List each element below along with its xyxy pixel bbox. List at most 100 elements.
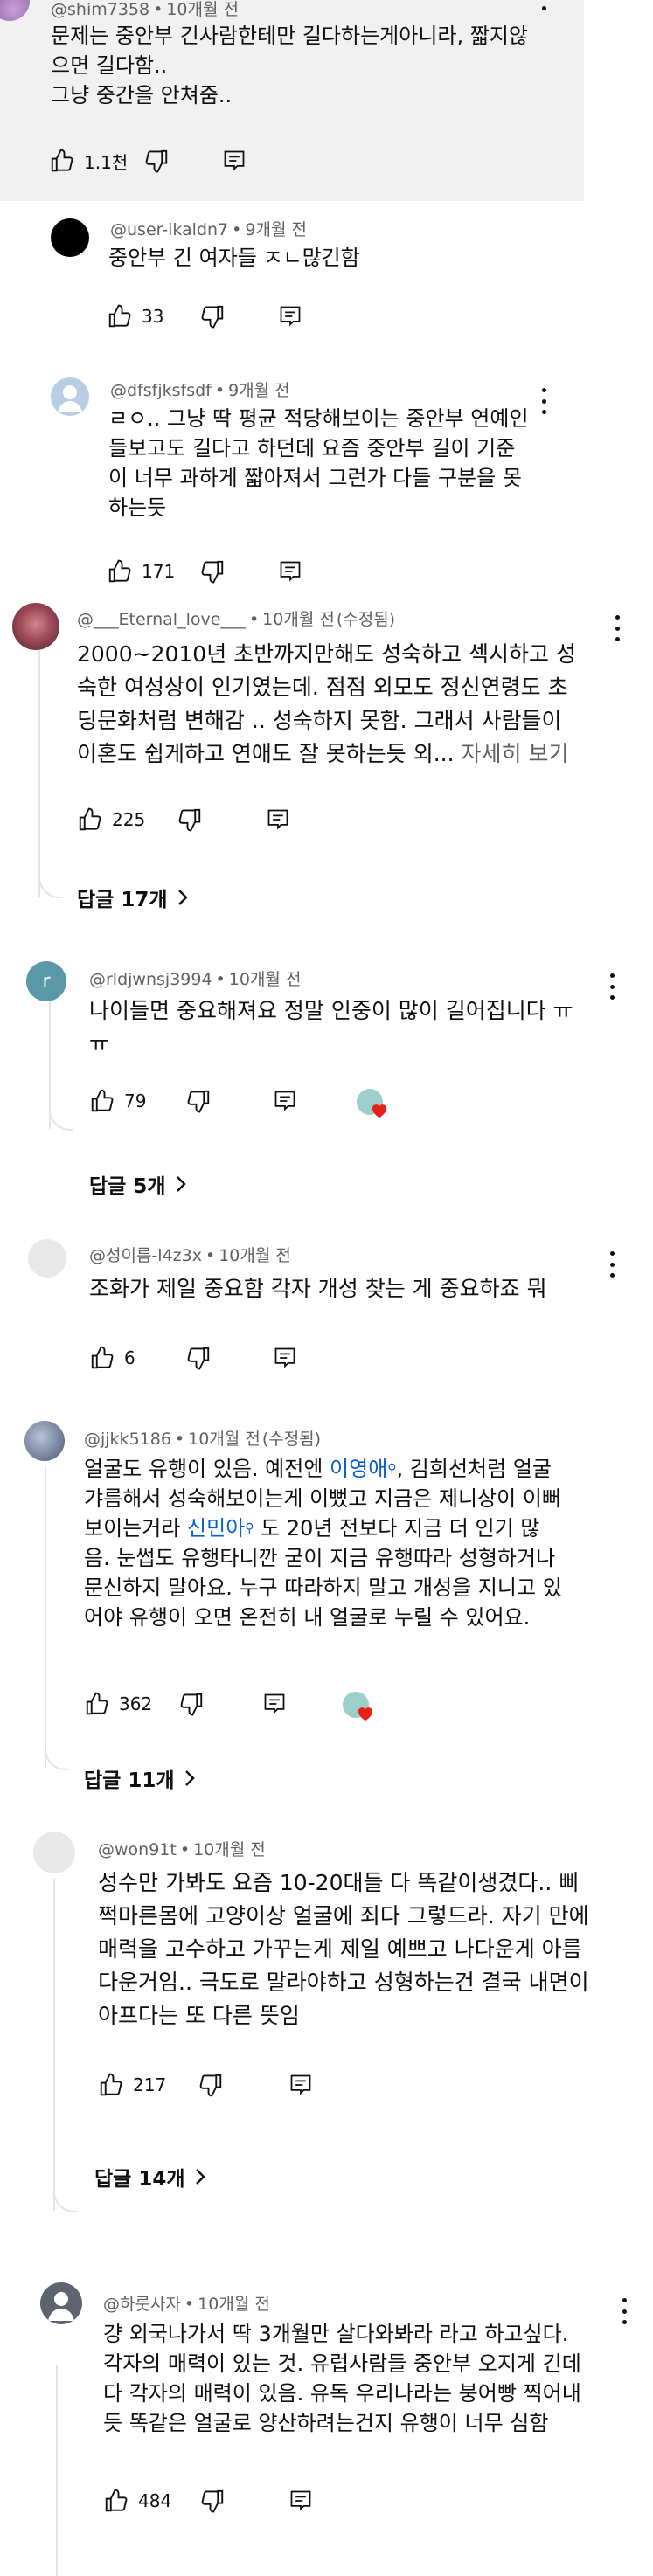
creator-heart-badge: [357, 1089, 388, 1120]
reply-button[interactable]: [273, 1340, 297, 1375]
comment-author[interactable]: @user-ikaldn7: [110, 220, 228, 239]
thumbs-down-icon: [177, 807, 203, 833]
read-more-link[interactable]: 자세히 보기: [462, 741, 569, 766]
reply-button[interactable]: [288, 2067, 313, 2102]
avatar[interactable]: r: [26, 961, 66, 1001]
reply-button[interactable]: [273, 1084, 297, 1118]
comment-text: 성수만 가봐도 요즘 10-20대들 다 똑같이생겼다.. 삐 쩍마른몸에 고양…: [98, 1870, 589, 2028]
reply-button[interactable]: [278, 554, 302, 589]
comment-author[interactable]: @won91t: [98, 1840, 177, 1859]
like-button[interactable]: 1.1천: [49, 143, 128, 178]
view-replies-button[interactable]: 답글 5개: [89, 1169, 187, 1199]
avatar[interactable]: [12, 603, 59, 650]
avatar[interactable]: [24, 1421, 65, 1461]
dislike-button[interactable]: [143, 143, 170, 178]
like-button[interactable]: 362: [84, 1686, 152, 1721]
like-button[interactable]: 33: [107, 299, 163, 334]
comment-reply-icon: [262, 1692, 287, 1716]
chevron-right-icon: [176, 1176, 186, 1192]
thumbs-up-icon: [84, 1691, 110, 1717]
comment-text: 나이들면 중요해져요 정말 인중이 많이 길어집니다 ㅠ ㅠ: [89, 998, 573, 1056]
avatar[interactable]: [28, 1239, 66, 1278]
like-button[interactable]: 484: [103, 2483, 171, 2518]
thumbs-down-icon: [185, 1088, 212, 1114]
comment-reply-icon: [278, 304, 302, 329]
comment-author[interactable]: @성이름-l4z3x: [89, 1246, 202, 1265]
comment-meta: @dfsfjksfsdf • 9개월 전: [110, 381, 290, 400]
dislike-button[interactable]: [199, 554, 226, 589]
more-vert-icon[interactable]: [540, 388, 547, 414]
comment-author[interactable]: @jjkk5186: [84, 1430, 171, 1449]
comment-time: 10개월 전: [188, 1430, 261, 1449]
view-replies-button[interactable]: 답글 14개: [94, 2162, 206, 2192]
comment-author[interactable]: @dfsfjksfsdf: [110, 381, 212, 400]
creator-heart-badge: [343, 1692, 374, 1723]
thumbs-down-icon: [178, 1691, 205, 1717]
like-count: 362: [119, 1693, 153, 1714]
dislike-button[interactable]: [199, 299, 226, 334]
avatar[interactable]: [40, 2282, 82, 2324]
comment-reply-icon: [288, 2073, 313, 2097]
comment-author[interactable]: @하룻사자: [103, 2295, 181, 2314]
search-link[interactable]: 신민아: [187, 1516, 245, 1541]
like-button[interactable]: 171: [107, 554, 175, 589]
comment-time: 9개월 전: [228, 381, 290, 400]
comment-author[interactable]: @rldjwnsj3994: [89, 970, 212, 989]
dislike-button[interactable]: [177, 802, 203, 837]
reply-button[interactable]: [266, 802, 290, 837]
default-avatar-icon: [48, 2292, 74, 2321]
avatar[interactable]: [51, 218, 89, 257]
reply-button[interactable]: [222, 143, 247, 178]
more-vert-icon[interactable]: [608, 973, 615, 1000]
view-replies-button[interactable]: 답글 11개: [84, 1763, 196, 1793]
search-link[interactable]: 이영애: [330, 1457, 387, 1481]
like-button[interactable]: 225: [77, 802, 145, 837]
thumbs-up-icon: [98, 2072, 124, 2098]
dislike-button[interactable]: [198, 2067, 224, 2102]
comment-text: 2000~2010년 초반까지만해도 성숙하고 섹시하고 성 숙한 여성상이 인…: [77, 641, 576, 766]
thread-line-curve: [49, 1106, 73, 1131]
thumbs-up-icon: [107, 303, 133, 329]
reply-button[interactable]: [288, 2483, 313, 2518]
thumbs-down-icon: [198, 2072, 224, 2098]
comment-reply-icon: [278, 559, 302, 584]
dislike-button[interactable]: [178, 1686, 205, 1721]
comment-time: 10개월 전: [219, 1246, 291, 1265]
comment-author[interactable]: @shim7358: [51, 0, 149, 19]
avatar[interactable]: [51, 377, 89, 416]
chevron-right-icon: [177, 890, 188, 905]
avatar[interactable]: [33, 1832, 75, 1873]
like-button[interactable]: 217: [98, 2067, 166, 2102]
more-vert-icon[interactable]: [540, 0, 547, 10]
comment-reply-icon: [273, 1089, 297, 1113]
like-button[interactable]: 6: [89, 1340, 135, 1375]
dislike-button[interactable]: [185, 1084, 212, 1118]
thumbs-down-icon: [199, 558, 226, 585]
thumbs-down-icon: [199, 303, 226, 329]
creator-heart-icon: [358, 1707, 373, 1721]
thumbs-down-icon: [199, 2488, 226, 2514]
comment-text: 얼굴도 유행이 있음. 예전엔 이영애⚲, 김희선처럼 얼굴 갸름해서 성숙해보…: [84, 1457, 562, 1630]
thread-line: [38, 643, 40, 897]
like-count: 217: [133, 2074, 167, 2095]
like-button[interactable]: 79: [89, 1084, 146, 1118]
thumbs-up-icon: [103, 2488, 129, 2514]
thread-line-curve: [45, 1746, 69, 1770]
reply-button[interactable]: [278, 299, 302, 334]
comment-meta: @하룻사자 • 10개월 전: [103, 2295, 270, 2314]
like-count: 6: [124, 1347, 135, 1368]
reply-button[interactable]: [262, 1686, 287, 1721]
comment-time: 10개월 전: [166, 0, 239, 19]
dislike-button[interactable]: [199, 2483, 226, 2518]
thumbs-down-icon: [185, 1345, 212, 1371]
comment-text: ㄹㅇ.. 그냥 딱 평균 적당해보이는 중안부 연예인 들보고도 길다고 하던데…: [108, 406, 529, 520]
view-replies-button[interactable]: 답글 17개: [77, 883, 189, 912]
comment-reply-icon: [288, 2489, 313, 2513]
chevron-right-icon: [195, 2169, 205, 2185]
more-vert-icon[interactable]: [608, 1251, 615, 1278]
more-vert-icon[interactable]: [614, 615, 621, 641]
comment-author[interactable]: @___Eternal_love___: [77, 610, 246, 629]
more-vert-icon[interactable]: [621, 2298, 628, 2324]
dislike-button[interactable]: [185, 1340, 212, 1375]
like-count: 79: [124, 1091, 147, 1111]
